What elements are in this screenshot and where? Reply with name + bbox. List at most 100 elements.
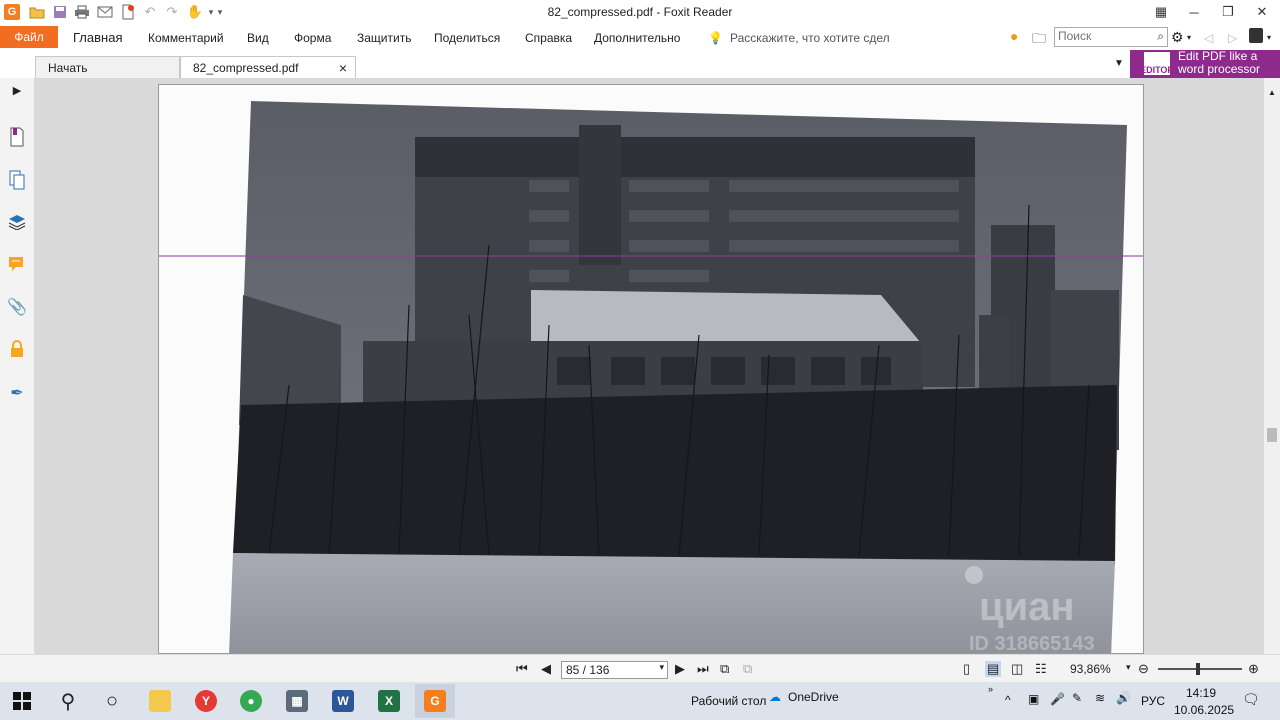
next-view-icon[interactable]: ⧉ [743, 661, 752, 677]
menu-protect[interactable]: Защитить [357, 31, 411, 45]
facing-pages-icon[interactable]: ◫ [1011, 661, 1023, 677]
language-indicator[interactable]: РУС [1141, 694, 1165, 708]
tab-start[interactable]: Начать [35, 56, 180, 78]
onedrive-cloud-icon[interactable]: ☁ [769, 690, 781, 704]
menu-help[interactable]: Справка [525, 31, 572, 45]
onedrive-label[interactable]: OneDrive [788, 690, 839, 704]
show-hidden-icons[interactable]: ^ [1005, 693, 1011, 707]
find-folder-icon[interactable]: 🗀 [1032, 28, 1046, 52]
smiley-feedback-icon[interactable]: ● [1010, 28, 1018, 44]
tell-me-field[interactable]: Расскажите, что хотите сдел [730, 31, 890, 45]
device-icon[interactable]: ▣ [1028, 692, 1039, 706]
settings-gear-icon[interactable]: ⚙ [1171, 29, 1184, 46]
zoom-dropdown-icon[interactable]: ▾ [1126, 662, 1131, 673]
zoom-slider[interactable] [1158, 668, 1242, 670]
excel-icon[interactable]: X [369, 684, 409, 718]
pen-icon[interactable]: ✎ [1072, 691, 1082, 705]
single-page-icon[interactable]: ▯ [963, 661, 970, 677]
scroll-up-icon[interactable]: ▲ [1268, 88, 1276, 97]
navigation-side-panel: ▶ 📎 ✒ [0, 78, 35, 654]
tab-document[interactable]: 82_compressed.pdf × [180, 56, 356, 78]
yandex-browser-icon[interactable]: Y [186, 684, 226, 718]
ribbon-menu-bar: Файл Главная Комментарий Вид Форма Защит… [0, 25, 1280, 50]
document-tab-bar: Начать 82_compressed.pdf × ▼ EDITOR Edit… [0, 50, 1280, 79]
first-page-icon[interactable]: ⏮ [516, 661, 528, 677]
menu-extras[interactable]: Дополнительно [594, 31, 680, 45]
layers-icon[interactable] [7, 212, 27, 232]
restore-button[interactable]: ❐ [1212, 0, 1244, 24]
lightbulb-icon: 💡 [708, 31, 723, 45]
chrome-icon[interactable]: ● [231, 684, 271, 718]
watermark-text: циан [979, 585, 1075, 629]
editor-logo-icon: EDITOR [1140, 52, 1174, 75]
next-page-icon[interactable]: ▶ [675, 661, 685, 677]
user-account-icon[interactable] [1249, 28, 1263, 43]
promo-text: Edit PDF like a word processor [1178, 50, 1260, 76]
bookmarks-icon[interactable] [7, 127, 27, 147]
volume-icon[interactable]: 🔊 [1116, 691, 1131, 705]
comments-icon[interactable] [7, 254, 27, 274]
minimize-button[interactable]: ─ [1178, 0, 1210, 24]
foxit-icon[interactable]: G [415, 684, 455, 718]
menu-comment[interactable]: Комментарий [148, 31, 224, 45]
clock-time[interactable]: 14:19 [1186, 686, 1216, 700]
ribbon-display-icon[interactable]: ▦ [1145, 0, 1177, 24]
edit-pdf-promo-banner[interactable]: EDITOR Edit PDF like a word processor [1130, 50, 1280, 78]
scroll-thumb[interactable] [1267, 428, 1277, 442]
pdf-page[interactable]: циан ID 318665143 [158, 84, 1144, 654]
notifications-icon[interactable]: 🗨 [1242, 691, 1260, 708]
menu-view[interactable]: Вид [247, 31, 269, 45]
zoom-out-icon[interactable]: ⊖ [1138, 661, 1149, 677]
clock-date[interactable]: 10.06.2025 [1174, 703, 1234, 717]
search-box[interactable]: ⌕ [1054, 27, 1168, 47]
calculator-icon[interactable]: ▦ [277, 684, 317, 718]
close-tab-icon[interactable]: × [339, 60, 347, 76]
zoom-slider-thumb[interactable] [1196, 663, 1200, 675]
menu-home[interactable]: Главная [73, 30, 122, 45]
task-view-icon[interactable]: ○ [92, 684, 132, 718]
scanned-building-photo [159, 101, 1143, 653]
expand-panel-icon[interactable]: ▶ [7, 80, 27, 100]
tab-document-label: 82_compressed.pdf [193, 60, 299, 75]
desktop-toolbar-label[interactable]: Рабочий стол [691, 694, 766, 708]
vertical-scrollbar[interactable]: ▲ [1264, 78, 1280, 654]
word-icon[interactable]: W [323, 684, 363, 718]
continuous-facing-icon[interactable]: ☷ [1035, 661, 1047, 677]
page-number-field[interactable]: 85 / 136 ▾ [561, 661, 668, 679]
cian-watermark-icon [965, 566, 983, 584]
windows-taskbar: ⚲ ○ Y ● ▦ W X G Рабочий стол ☁ OneDrive … [0, 682, 1280, 720]
search-input[interactable] [1055, 28, 1146, 44]
security-lock-icon[interactable] [7, 339, 27, 359]
microphone-icon[interactable]: 🎤 [1050, 692, 1065, 706]
continuous-page-icon[interactable]: ▤ [985, 661, 1002, 677]
attachments-icon[interactable]: 📎 [7, 297, 27, 317]
file-menu-tab[interactable]: Файл [0, 26, 58, 48]
search-taskbar-icon[interactable]: ⚲ [48, 684, 88, 718]
page-navigation-bar: ⏮ ◀ 85 / 136 ▾ ▶ ⏭ ⧉ ⧉ ▯ ▤ ◫ ☷ 93,86% ▾ … [0, 654, 1280, 683]
watermark-id: ID 318665143 [969, 633, 1095, 654]
page-dropdown-icon[interactable]: ▾ [659, 662, 664, 673]
document-viewport[interactable]: циан ID 318665143 [34, 78, 1264, 654]
tab-start-label: Начать [48, 60, 88, 75]
file-explorer-icon[interactable] [140, 684, 180, 718]
settings-dropdown-icon[interactable]: ▾ [1187, 33, 1191, 42]
title-bar: G ↶ ↷ ✋ ▾ ▾ 82_compressed.pdf - Foxit Re… [0, 0, 1280, 25]
page-thumbnails-icon[interactable] [7, 170, 27, 190]
wifi-icon[interactable]: ≋ [1095, 691, 1105, 705]
forward-icon[interactable]: ▷ [1228, 31, 1237, 45]
signature-icon[interactable]: ✒ [7, 383, 27, 403]
account-dropdown-icon[interactable]: ▾ [1267, 33, 1271, 42]
tab-list-dropdown-icon[interactable]: ▼ [1114, 58, 1124, 69]
search-icon[interactable]: ⌕ [1157, 29, 1164, 44]
zoom-level[interactable]: 93,86% [1070, 662, 1111, 676]
menu-share[interactable]: Поделиться [434, 31, 500, 45]
previous-view-icon[interactable]: ⧉ [720, 661, 729, 677]
windows-start-icon[interactable] [2, 684, 42, 718]
zoom-in-icon[interactable]: ⊕ [1248, 661, 1259, 677]
last-page-icon[interactable]: ⏭ [697, 661, 709, 677]
back-icon[interactable]: ◁ [1204, 31, 1213, 45]
toolbar-expand-icon[interactable]: » [988, 684, 993, 694]
previous-page-icon[interactable]: ◀ [541, 661, 551, 677]
menu-form[interactable]: Форма [294, 31, 331, 45]
close-button[interactable]: ✕ [1246, 0, 1278, 24]
